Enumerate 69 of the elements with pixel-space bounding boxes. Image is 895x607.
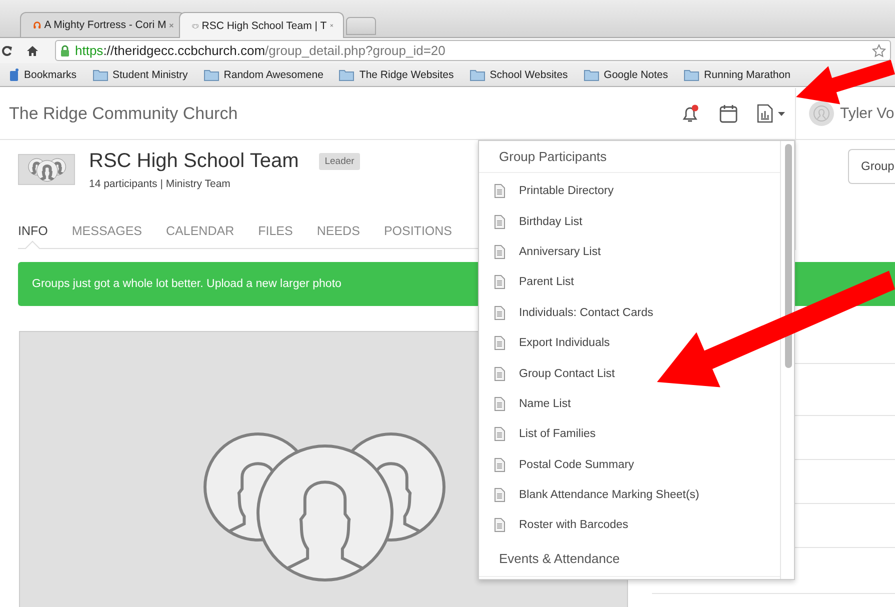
bookmark-icon xyxy=(9,68,19,82)
caret-icon xyxy=(778,112,785,116)
document-icon xyxy=(494,244,505,259)
menu-item[interactable]: Birthday List xyxy=(494,214,582,229)
menu-item[interactable]: Name List xyxy=(494,396,571,411)
bookmark-item[interactable]: Student Ministry xyxy=(92,68,188,80)
bookmark-item[interactable]: Google Notes xyxy=(584,68,668,80)
document-icon xyxy=(494,488,505,502)
document-icon xyxy=(494,184,505,198)
folder-icon xyxy=(92,68,108,80)
document-icon xyxy=(494,306,505,320)
folder-icon xyxy=(470,68,485,80)
document-icon xyxy=(494,275,505,290)
menu-section-heading: Group Participants xyxy=(479,141,780,173)
folder-icon xyxy=(204,68,219,80)
folder-icon xyxy=(684,68,700,80)
site-title: The Ridge Community Church xyxy=(8,104,239,124)
star-icon[interactable] xyxy=(872,44,886,58)
folder-icon xyxy=(339,68,354,80)
folder-icon xyxy=(584,68,599,80)
menu-section-heading: Events & Attendance xyxy=(479,540,780,577)
document-icon xyxy=(494,396,505,411)
lock-icon xyxy=(60,44,70,56)
browser-tab[interactable]: RSC High School Team | T xyxy=(179,12,344,38)
menu-item[interactable]: Roster with Barcodes xyxy=(494,518,628,532)
document-icon xyxy=(494,427,505,442)
group-tab[interactable]: MESSAGES xyxy=(72,216,142,248)
home-icon[interactable] xyxy=(26,44,39,56)
avatar[interactable] xyxy=(809,101,834,126)
bookmark-item[interactable]: Running Marathon xyxy=(684,68,790,80)
menu-item[interactable]: Postal Code Summary xyxy=(494,458,634,472)
bookmark-item[interactable]: School Websites xyxy=(470,68,568,80)
close-icon[interactable] xyxy=(169,22,174,28)
group-placeholder-icon xyxy=(202,432,446,583)
report-icon xyxy=(757,104,773,123)
group-button[interactable]: Group xyxy=(848,149,895,184)
reports-dropdown-button[interactable] xyxy=(757,104,785,123)
menu-item[interactable]: Printable Directory xyxy=(494,184,614,198)
bookmark-item[interactable]: The Ridge Websites xyxy=(339,68,454,80)
close-icon[interactable] xyxy=(330,22,333,29)
menu-item[interactable]: Export Individuals xyxy=(494,336,610,350)
role-badge: Leader xyxy=(318,153,360,170)
group-tab[interactable]: CALENDAR xyxy=(166,216,234,248)
group-placeholder-icon xyxy=(28,158,66,182)
menu-item[interactable]: List of Families xyxy=(494,427,596,442)
menu-item[interactable]: Individuals: Contact Cards xyxy=(494,306,654,320)
headphones-icon xyxy=(33,19,42,31)
group-name: RSC High School Team xyxy=(89,150,299,173)
bookmark-item[interactable]: Random Awesomene xyxy=(204,68,324,80)
bell-icon[interactable] xyxy=(680,104,700,124)
menu-item[interactable]: Blank Attendance Marking Sheet(s) xyxy=(494,488,700,502)
document-icon xyxy=(494,518,505,532)
bookmark-item[interactable]: Bookmarks xyxy=(9,68,77,82)
reload-icon[interactable] xyxy=(2,44,12,56)
group-summary: 14 participants | Ministry Team xyxy=(89,178,232,190)
document-icon xyxy=(494,336,505,350)
document-icon xyxy=(494,366,505,381)
document-icon xyxy=(494,458,505,472)
group-tab[interactable]: NEEDS xyxy=(316,216,360,248)
group-tab[interactable]: POSITIONS xyxy=(384,216,452,248)
menu-item[interactable]: Anniversary List xyxy=(494,244,601,259)
menu-item[interactable]: Group Contact List xyxy=(494,366,615,381)
address-bar[interactable]: https://theridgecc.ccbchurch.com/group_detail.php?group_id=20 xyxy=(55,40,891,61)
document-icon xyxy=(494,214,505,229)
scrollbar-thumb[interactable] xyxy=(785,144,792,368)
group-tab[interactable]: FILES xyxy=(258,216,293,248)
user-name[interactable]: Tyler Vo xyxy=(840,105,894,122)
calendar-icon[interactable] xyxy=(719,104,738,123)
menu-item[interactable]: Parent List xyxy=(494,275,574,290)
